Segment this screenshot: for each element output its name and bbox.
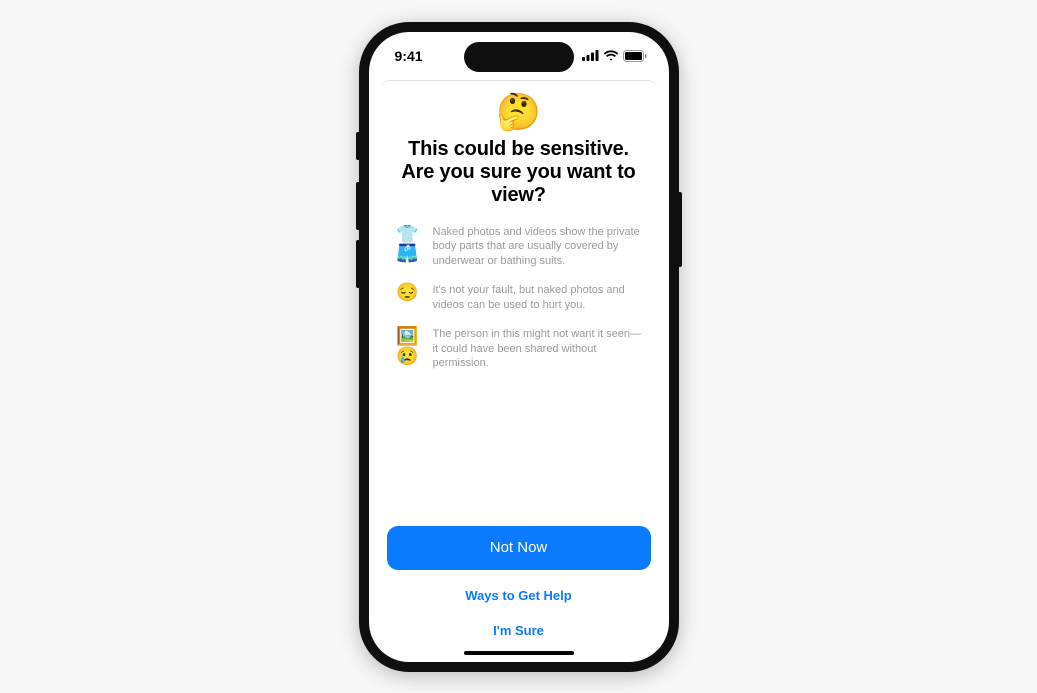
bullet-item: 👕🩳 Naked photos and videos show the priv… xyxy=(395,225,643,270)
title-line-2: Are you sure you want to view? xyxy=(401,161,635,206)
bullet-text: It's not your fault, but naked photos an… xyxy=(433,283,643,313)
sensitive-content-warning: 🤔 This could be sensitive. Are you sure … xyxy=(369,90,669,516)
battery-icon xyxy=(623,50,647,62)
volume-down-button xyxy=(356,240,360,288)
sad-face-icon: 😔 xyxy=(395,283,421,313)
power-button xyxy=(678,192,682,267)
iphone-frame: 9:41 🤔 This could be sensitive. Are you … xyxy=(359,22,679,672)
bullet-item: 😔 It's not your fault, but naked photos … xyxy=(395,283,643,313)
title-line-1: This could be sensitive. xyxy=(408,138,629,160)
action-buttons: Not Now Ways to Get Help I'm Sure xyxy=(369,516,669,662)
not-now-button[interactable]: Not Now xyxy=(387,526,651,570)
mute-switch xyxy=(356,132,360,160)
volume-up-button xyxy=(356,182,360,230)
wifi-icon xyxy=(603,50,619,61)
status-indicators xyxy=(582,50,647,62)
picture-icon: 🖼️😢 xyxy=(395,327,421,372)
bullet-item: 🖼️😢 The person in this might not want it… xyxy=(395,327,643,372)
dynamic-island xyxy=(464,42,574,72)
cellular-icon xyxy=(582,50,599,61)
ways-to-get-help-button[interactable]: Ways to Get Help xyxy=(387,578,651,613)
im-sure-button[interactable]: I'm Sure xyxy=(387,613,651,648)
home-indicator[interactable] xyxy=(464,651,574,655)
clothing-icon: 👕🩳 xyxy=(395,225,421,270)
status-time: 9:41 xyxy=(395,48,423,64)
screen: 9:41 🤔 This could be sensitive. Are you … xyxy=(369,32,669,662)
sheet-grabber[interactable] xyxy=(369,80,669,90)
bullet-list: 👕🩳 Naked photos and videos show the priv… xyxy=(389,225,649,372)
bullet-text: Naked photos and videos show the private… xyxy=(433,225,643,270)
thinking-face-icon: 🤔 xyxy=(389,94,649,130)
bullet-text: The person in this might not want it see… xyxy=(433,327,643,372)
dialog-title: This could be sensitive. Are you sure yo… xyxy=(389,138,649,207)
